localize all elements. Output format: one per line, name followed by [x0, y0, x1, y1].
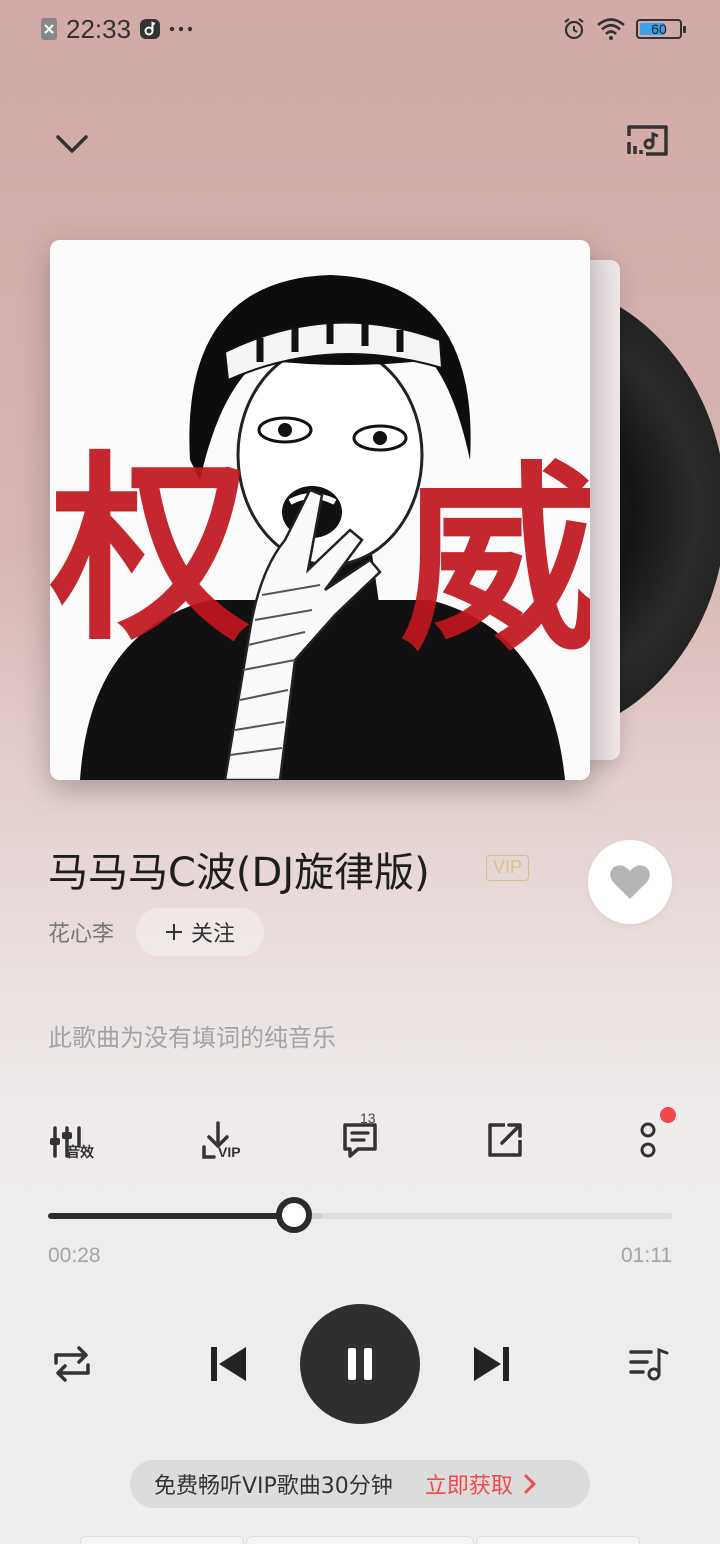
- more-dots-icon: [169, 26, 193, 32]
- more-vertical-icon: [640, 1122, 656, 1158]
- battery-indicator: 60: [636, 19, 686, 39]
- progress-played: [48, 1213, 294, 1219]
- cover-char-left: 权: [50, 433, 250, 668]
- sim-off-icon: [41, 18, 57, 40]
- bottom-tab[interactable]: [246, 1536, 474, 1544]
- follow-label: 关注: [190, 922, 235, 947]
- sound-effects-button[interactable]: 音效: [44, 1110, 104, 1170]
- album-cover-art: 权 威: [50, 240, 590, 780]
- total-time: 01:11: [621, 1244, 672, 1267]
- song-title: 马马马C波(DJ旋律版): [48, 850, 430, 896]
- promo-cta[interactable]: 立即获取: [425, 1468, 513, 1500]
- status-time: 22:33: [66, 13, 132, 44]
- repeat-icon: [54, 1346, 90, 1382]
- audio-device-icon: [627, 125, 668, 156]
- chevron-right-icon: [524, 1474, 536, 1494]
- pause-button[interactable]: [300, 1304, 420, 1424]
- pause-icon: [348, 1348, 372, 1380]
- playlist-icon: [629, 1347, 669, 1381]
- bottom-sheet-tabs: [0, 1536, 720, 1544]
- next-track-icon: [474, 1347, 509, 1381]
- artist-name[interactable]: 花心李: [48, 916, 114, 948]
- comment-count: 13: [360, 1110, 376, 1126]
- download-button[interactable]: VIP: [188, 1110, 248, 1170]
- wifi-icon: [597, 18, 625, 40]
- effects-label: 音效: [66, 1145, 94, 1161]
- like-button[interactable]: [588, 840, 672, 924]
- progress-bar[interactable]: [48, 1197, 672, 1233]
- share-button[interactable]: [475, 1110, 535, 1170]
- follow-button[interactable]: 关注: [136, 908, 264, 956]
- download-vip-label: VIP: [218, 1144, 241, 1160]
- current-time: 00:28: [48, 1244, 101, 1267]
- album-art-area: 权 威: [50, 240, 720, 780]
- promo-text: 免费畅听VIP歌曲30分钟: [154, 1474, 393, 1499]
- cover-char-right: 威: [400, 443, 590, 678]
- next-button[interactable]: [470, 1344, 514, 1384]
- heart-icon: [610, 865, 650, 899]
- vip-promo-banner[interactable]: 免费畅听VIP歌曲30分钟 立即获取: [130, 1460, 590, 1508]
- plus-icon: [165, 924, 182, 940]
- playlist-button[interactable]: [626, 1342, 672, 1386]
- previous-button[interactable]: [206, 1344, 250, 1384]
- lyric-note: 此歌曲为没有填词的纯音乐: [48, 1024, 336, 1052]
- chevron-down-icon: [56, 135, 88, 153]
- previous-track-icon: [211, 1347, 246, 1381]
- vip-badge: VIP: [486, 855, 530, 881]
- status-left: 22:33: [40, 14, 193, 44]
- collapse-button[interactable]: [52, 124, 92, 164]
- alarm-icon: [564, 18, 584, 40]
- status-bar: 22:33 60: [0, 0, 720, 56]
- bottom-tab[interactable]: [80, 1536, 244, 1544]
- repeat-button[interactable]: [48, 1340, 96, 1388]
- music-app-icon: [140, 19, 161, 39]
- album-cover[interactable]: 权 威: [50, 240, 590, 780]
- battery-level: 60: [651, 21, 667, 37]
- audio-device-button[interactable]: [624, 122, 670, 162]
- progress-knob[interactable]: [275, 1197, 312, 1233]
- status-right: 60: [562, 14, 686, 44]
- bottom-tab[interactable]: [476, 1536, 640, 1544]
- notification-dot: [660, 1107, 676, 1123]
- share-icon: [488, 1123, 522, 1157]
